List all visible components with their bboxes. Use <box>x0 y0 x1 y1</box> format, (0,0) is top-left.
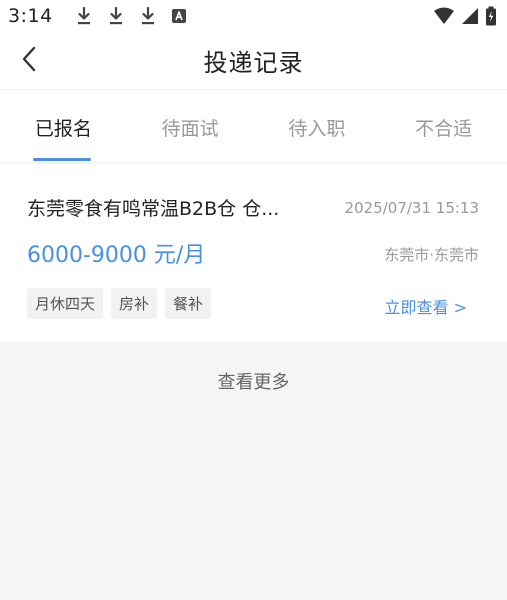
a-icon <box>171 9 186 23</box>
tab-label: 已报名 <box>34 118 92 140</box>
page-title: 投递记录 <box>203 49 304 77</box>
job-card[interactable]: 东莞零食有鸣常温B2B仓 仓... 2025/07/31 15:13 6000-… <box>0 164 507 342</box>
tab-label: 不合适 <box>415 118 473 140</box>
status-bar: 3:14 <box>0 0 507 32</box>
job-date: 2025/07/31 15:13 <box>344 199 479 217</box>
tab-pending-interview[interactable]: 待面试 <box>127 90 254 162</box>
screen: 3:14 投递记录 已报名 待面试 待入职 不合适 东莞零食有鸣常温B2B仓 仓… <box>0 0 507 600</box>
job-tag: 房补 <box>111 288 158 319</box>
status-icons-right <box>433 6 497 26</box>
tab-label: 待面试 <box>161 118 219 140</box>
job-title: 东莞零食有鸣常温B2B仓 仓... <box>27 198 280 220</box>
wifi-icon <box>434 7 454 24</box>
download-icon <box>141 6 154 25</box>
back-button[interactable] <box>14 44 44 74</box>
tab-unsuitable[interactable]: 不合适 <box>380 90 507 162</box>
tab-registered[interactable]: 已报名 <box>0 90 127 162</box>
job-tag: 餐补 <box>165 288 212 319</box>
tab-bar: 已报名 待面试 待入职 不合适 <box>0 90 507 162</box>
download-icon <box>77 6 90 25</box>
status-time: 3:14 <box>8 5 53 27</box>
app-header: 投递记录 <box>0 32 507 90</box>
tab-pending-onboarding[interactable]: 待入职 <box>254 90 381 162</box>
download-icon <box>109 6 122 25</box>
chevron-left-icon <box>22 46 36 72</box>
view-more-button[interactable]: 查看更多 <box>0 368 507 394</box>
job-tags: 月休四天 房补 餐补 <box>27 288 212 319</box>
battery-icon <box>486 6 496 26</box>
signal-icon <box>462 8 478 24</box>
status-icons-left <box>75 6 187 26</box>
tab-label: 待入职 <box>288 118 346 140</box>
view-now-link[interactable]: 立即查看 > <box>385 294 468 318</box>
active-tab-indicator <box>33 158 91 161</box>
job-location: 东莞市·东莞市 <box>384 246 479 264</box>
job-tag: 月休四天 <box>27 288 104 319</box>
job-salary: 6000-9000 元/月 <box>27 243 206 268</box>
